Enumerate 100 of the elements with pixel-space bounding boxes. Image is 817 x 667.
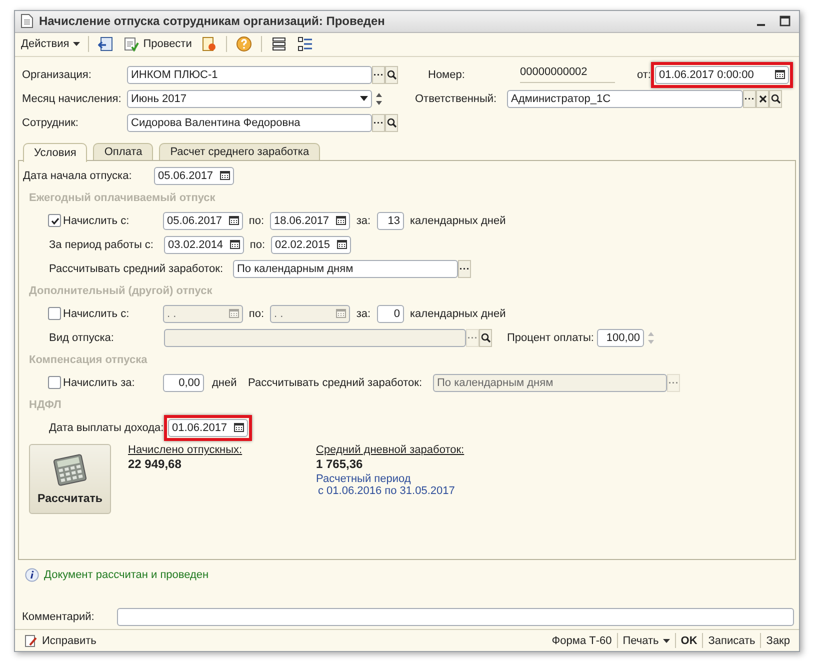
ellipsis-icon bbox=[468, 336, 477, 340]
calendar-icon[interactable] bbox=[220, 171, 230, 180]
list-icon[interactable] bbox=[270, 36, 287, 52]
percent-field[interactable]: 100,00 bbox=[597, 328, 644, 347]
actions-menu[interactable]: Действия bbox=[19, 38, 82, 50]
fix-button[interactable]: Исправить bbox=[19, 634, 102, 648]
section-heading: НДФЛ bbox=[28, 398, 62, 414]
field-label: Рассчитывать средний заработок: bbox=[49, 262, 224, 275]
caret-icon bbox=[662, 638, 670, 643]
search-button[interactable] bbox=[769, 90, 782, 108]
search-button[interactable] bbox=[385, 66, 398, 84]
document-refresh-icon[interactable] bbox=[200, 36, 217, 52]
search-icon bbox=[386, 118, 396, 128]
comment-field[interactable] bbox=[117, 608, 794, 626]
ellipsis-button[interactable] bbox=[743, 90, 756, 108]
clear-button[interactable] bbox=[756, 90, 769, 108]
number-field[interactable]: 00000000002 bbox=[520, 66, 615, 84]
period-value: с 01.06.2016 по 31.05.2017 bbox=[318, 484, 455, 497]
field-label: Начислить с: bbox=[63, 308, 130, 320]
field-label: За период работы с: bbox=[49, 238, 154, 251]
average-method-field[interactable]: По календарным дням bbox=[233, 260, 458, 278]
calendar-icon[interactable] bbox=[336, 216, 346, 226]
result-label: Начислено отпускных: bbox=[128, 444, 242, 456]
search-button[interactable] bbox=[479, 328, 492, 347]
document-pencil-icon bbox=[24, 634, 38, 648]
section-heading: Компенсация отпуска bbox=[28, 353, 148, 368]
date-time-field[interactable]: 01.06.2017 0:00:00 bbox=[655, 66, 789, 84]
field-label: от: bbox=[637, 68, 651, 81]
organization-field[interactable]: ИНКОМ ПЛЮС-1 bbox=[127, 66, 372, 84]
ellipsis-icon bbox=[745, 97, 754, 100]
checkbox[interactable] bbox=[48, 376, 61, 390]
search-button[interactable] bbox=[385, 114, 398, 132]
field-label: по: bbox=[248, 214, 266, 227]
field-label: Дата начала отпуска: bbox=[23, 170, 133, 182]
search-icon bbox=[480, 332, 490, 343]
status-message: Документ рассчитан и проведен bbox=[44, 569, 209, 582]
result-value: 1 765,36 bbox=[316, 456, 363, 471]
leave-type-field[interactable] bbox=[164, 328, 466, 347]
field-label: Номер: bbox=[428, 68, 466, 81]
period-label: Расчетный период bbox=[316, 472, 411, 485]
unit-label: календарных дней bbox=[410, 308, 506, 320]
field-label: Начислить за: bbox=[63, 376, 135, 389]
calendar-icon[interactable] bbox=[234, 423, 244, 432]
ellipsis-icon bbox=[374, 73, 383, 76]
field-label: Вид отпуска: bbox=[49, 332, 115, 344]
info-icon bbox=[25, 568, 39, 582]
search-icon bbox=[386, 70, 396, 80]
toolbar-button[interactable]: Форма Т-60 bbox=[546, 634, 617, 647]
date-field[interactable]: 18.06.2017 bbox=[270, 212, 350, 230]
date-field[interactable]: 02.02.2015 bbox=[271, 236, 351, 254]
section-heading: Дополнительный (другой) отпуск bbox=[28, 284, 212, 300]
window-title: Начисление отпуска сотрудникам организаций: Проведен bbox=[39, 14, 385, 28]
days-field[interactable]: 13 bbox=[377, 212, 404, 230]
calendar-icon[interactable] bbox=[230, 240, 240, 250]
field-label: Процент оплаты: bbox=[507, 332, 595, 344]
field-label: за: bbox=[355, 308, 372, 320]
caret-icon bbox=[73, 42, 80, 46]
toolbar-button[interactable]: Записать bbox=[703, 634, 760, 647]
date-field[interactable]: 01.06.2017 bbox=[168, 418, 248, 437]
ellipsis-button[interactable] bbox=[372, 66, 385, 84]
maximize-button[interactable] bbox=[779, 15, 791, 28]
unit-label: календарных дней bbox=[410, 214, 506, 227]
help-icon[interactable] bbox=[236, 36, 252, 52]
close-icon bbox=[758, 94, 766, 103]
date-field[interactable]: 05.06.2017 bbox=[154, 166, 234, 185]
document-check-icon bbox=[123, 36, 140, 52]
date-field[interactable]: 03.02.2014 bbox=[164, 236, 244, 254]
field-label: Начислить с: bbox=[63, 214, 130, 227]
tab[interactable]: Оплата bbox=[93, 142, 154, 161]
field-label: Комментарий: bbox=[22, 611, 96, 624]
section-heading: Ежегодный оплачиваемый отпуск bbox=[28, 191, 216, 206]
ellipsis-button[interactable] bbox=[458, 260, 471, 278]
date-field[interactable]: 05.06.2017 bbox=[163, 212, 243, 230]
checkbox[interactable] bbox=[48, 214, 61, 228]
field-label: Месяц начисления: bbox=[22, 92, 122, 105]
month-field[interactable]: Июнь 2017 bbox=[127, 90, 372, 108]
tab[interactable]: Расчет среднего заработка bbox=[159, 142, 320, 161]
employee-field[interactable]: Сидорова Валентина Федоровна bbox=[127, 114, 372, 132]
ellipsis-icon bbox=[460, 267, 469, 270]
calendar-icon[interactable] bbox=[337, 240, 347, 250]
dropdown-caret-icon[interactable] bbox=[360, 96, 368, 102]
days-field[interactable]: 0,00 bbox=[163, 374, 204, 392]
responsible-field[interactable]: Администратор_1С bbox=[507, 90, 743, 108]
ellipsis-icon bbox=[374, 121, 383, 124]
calculate-button[interactable]: Рассчитать bbox=[29, 444, 111, 514]
field-label: Дата выплаты дохода: bbox=[49, 422, 164, 434]
search-icon bbox=[770, 94, 780, 104]
checklist-icon[interactable] bbox=[296, 36, 313, 52]
calendar-icon[interactable] bbox=[229, 216, 239, 226]
post-button[interactable]: Провести bbox=[121, 36, 194, 52]
tab[interactable]: Условия bbox=[23, 142, 88, 162]
toolbar-button[interactable]: Закр bbox=[761, 634, 795, 647]
document-icon bbox=[21, 14, 33, 28]
field-label: Рассчитывать средний заработок: bbox=[248, 376, 424, 389]
ellipsis-icon bbox=[669, 381, 678, 384]
calendar-icon[interactable] bbox=[775, 70, 785, 80]
print-menu[interactable]: Печать bbox=[618, 634, 675, 647]
field-label: за: bbox=[355, 214, 372, 227]
ellipsis-button[interactable] bbox=[372, 114, 385, 132]
ok-button[interactable]: OK bbox=[676, 634, 702, 647]
